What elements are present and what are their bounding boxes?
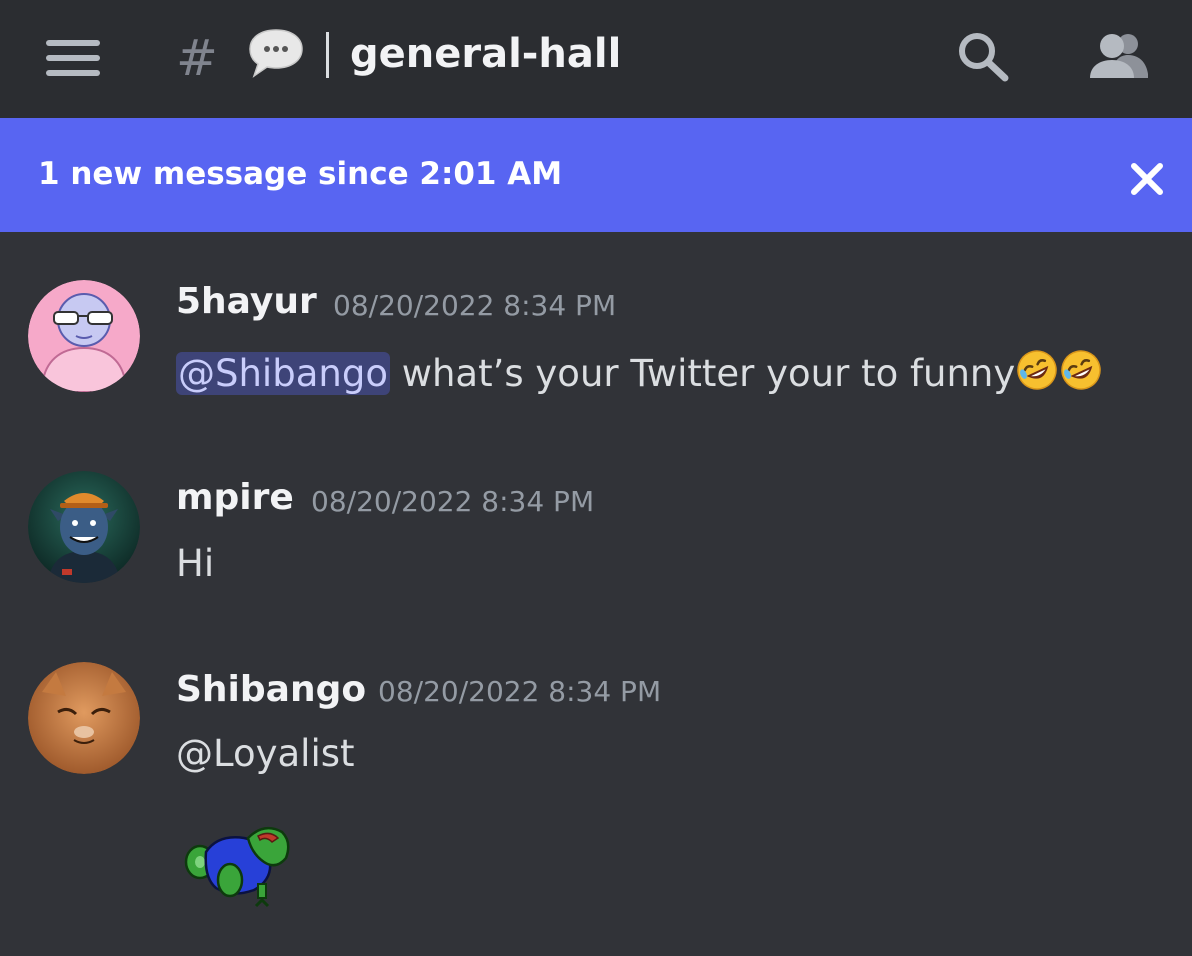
message-timestamp: 08/20/2022 8:34 PM xyxy=(378,675,662,708)
close-icon[interactable] xyxy=(1124,156,1170,202)
search-icon[interactable] xyxy=(955,30,1013,84)
message-timestamp: 08/20/2022 8:34 PM xyxy=(311,485,595,518)
message-timestamp: 08/20/2022 8:34 PM xyxy=(333,289,617,322)
message-author[interactable]: 5hayur xyxy=(176,278,317,326)
message-author[interactable]: mpire xyxy=(176,474,294,522)
members-icon[interactable] xyxy=(1086,30,1152,82)
new-messages-text: 1 new message since 2:01 AM xyxy=(38,156,563,192)
message-text: what’s your Twitter your to funny xyxy=(389,352,1016,395)
speech-bubble-icon xyxy=(249,29,303,78)
menu-icon[interactable] xyxy=(46,38,100,78)
channel-hash-icon: # xyxy=(176,29,218,87)
message-content: @Shibango what’s your Twitter your to fu… xyxy=(176,348,1103,400)
avatar[interactable] xyxy=(28,471,140,583)
new-messages-banner[interactable]: 1 new message since 2:01 AM xyxy=(0,118,1192,232)
frog-sticker xyxy=(184,826,290,908)
rolling-on-floor-laughing-emoji xyxy=(1061,350,1102,390)
message-author[interactable]: Shibango xyxy=(176,666,366,714)
rolling-on-floor-laughing-emoji xyxy=(1017,350,1058,390)
message-content: Hi xyxy=(176,542,215,585)
user-mention[interactable]: @Shibango xyxy=(176,352,390,395)
avatar[interactable] xyxy=(28,280,140,392)
message-content: @Loyalist xyxy=(176,732,355,775)
channel-name: general-hall xyxy=(350,31,622,77)
header-divider xyxy=(326,32,329,78)
avatar[interactable] xyxy=(28,662,140,774)
channel-header: # general-hall xyxy=(0,0,1192,118)
